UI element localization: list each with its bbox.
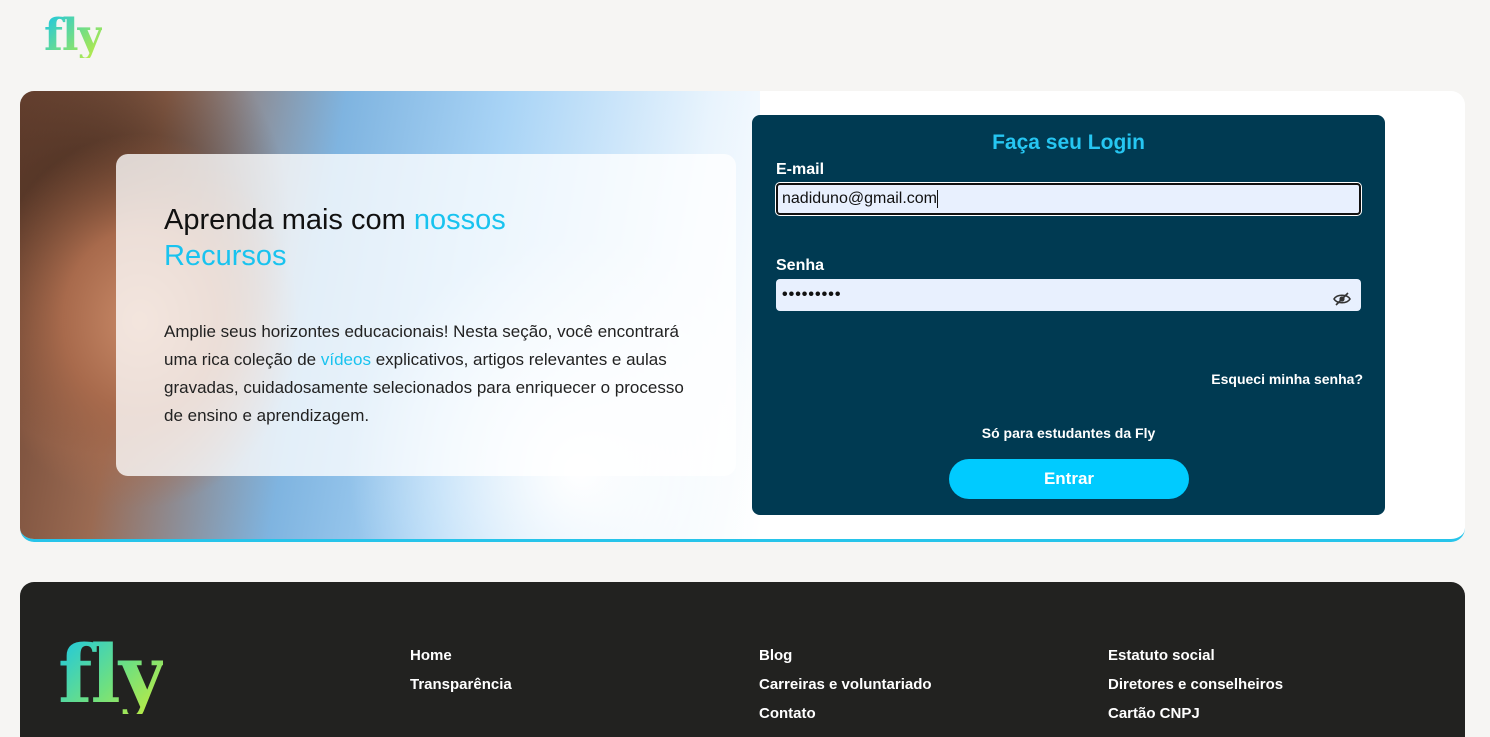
footer-link-transparencia[interactable]: Transparência xyxy=(410,675,512,704)
email-value: nadiduno@gmail.com xyxy=(782,190,937,207)
students-only-note: Só para estudantes da Fly xyxy=(981,425,1156,441)
text-caret xyxy=(937,189,938,208)
fly-logo[interactable]: fly xyxy=(44,14,103,58)
footer-column-1: Home Transparência xyxy=(410,646,512,704)
site-footer: fly Home Transparência Blog Carreiras e … xyxy=(20,582,1465,737)
hero-title-accent: nossos xyxy=(413,204,506,236)
eye-off-icon[interactable] xyxy=(1333,287,1351,306)
password-label: Senha xyxy=(776,257,825,274)
email-label: E-mail xyxy=(776,161,825,178)
hero-description: Amplie seus horizontes educacionais! Nes… xyxy=(164,318,684,430)
hero-title-accent-2: Recursos xyxy=(164,240,287,272)
footer-link-cnpj[interactable]: Cartão CNPJ xyxy=(1108,704,1283,733)
email-field[interactable]: nadiduno@gmail.com xyxy=(776,183,1361,215)
hero-title: Aprenda mais com nossos Recursos xyxy=(164,202,624,274)
footer-column-2: Blog Carreiras e voluntariado Contato xyxy=(759,646,932,733)
hero-section: Aprenda mais com nossos Recursos Amplie … xyxy=(20,91,1465,542)
videos-link[interactable]: vídeos xyxy=(321,350,371,369)
footer-link-statute[interactable]: Estatuto social xyxy=(1108,646,1283,675)
forgot-password-link[interactable]: Esqueci minha senha? xyxy=(1211,371,1363,387)
hero-title-main: Aprenda mais com xyxy=(164,204,406,236)
password-value: ••••••••• xyxy=(782,286,842,303)
hero-card: Aprenda mais com nossos Recursos Amplie … xyxy=(116,154,736,476)
login-panel: Faça seu Login E-mail nadiduno@gmail.com… xyxy=(752,115,1385,515)
footer-link-blog[interactable]: Blog xyxy=(759,646,932,675)
footer-link-contact[interactable]: Contato xyxy=(759,704,932,733)
footer-link-home[interactable]: Home xyxy=(410,646,512,675)
footer-logo[interactable]: fly xyxy=(58,634,165,714)
footer-link-directors[interactable]: Diretores e conselheiros xyxy=(1108,675,1283,704)
footer-column-3: Estatuto social Diretores e conselheiros… xyxy=(1108,646,1283,733)
footer-link-careers[interactable]: Carreiras e voluntariado xyxy=(759,675,932,704)
login-button[interactable]: Entrar xyxy=(949,459,1189,499)
password-field[interactable]: ••••••••• xyxy=(776,279,1361,311)
login-title: Faça seu Login xyxy=(992,131,1145,154)
